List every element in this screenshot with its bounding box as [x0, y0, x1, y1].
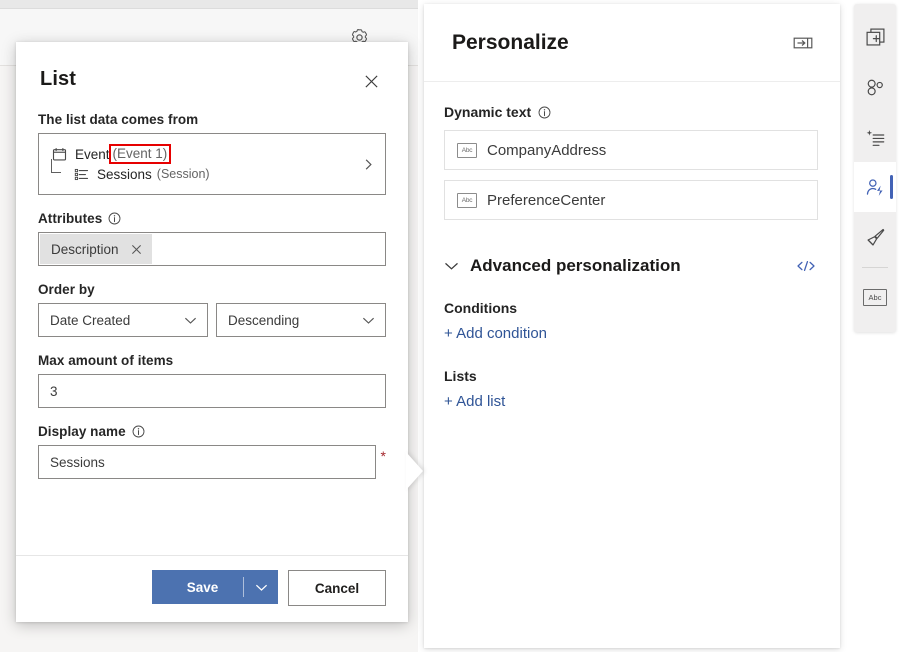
personalize-panel-header: Personalize [424, 4, 840, 82]
brush-styles-icon[interactable] [854, 212, 896, 262]
attributes-label: Attributes [38, 211, 386, 226]
info-icon[interactable] [538, 106, 551, 119]
add-element-icon[interactable] [854, 12, 896, 62]
dynamic-text-label-text: Dynamic text [444, 104, 531, 120]
panel-collapse-icon[interactable] [790, 30, 816, 56]
personalize-panel-body: Dynamic text Abc CompanyAddress Abc Pref… [424, 82, 840, 648]
order-by-direction-value: Descending [228, 313, 299, 328]
order-by-label-text: Order by [38, 282, 95, 297]
order-by-field-select[interactable]: Date Created [38, 303, 208, 337]
dialog-body: The list data comes from Event (Event 1) [16, 100, 408, 555]
chevron-down-icon [362, 316, 375, 325]
dynamic-text-item-label: PreferenceCenter [487, 192, 605, 209]
personalize-title: Personalize [452, 31, 569, 55]
code-icon[interactable] [794, 254, 818, 278]
chevron-down-icon [184, 316, 197, 325]
rail-divider [862, 267, 888, 268]
dialog-callout-beak [406, 452, 423, 490]
chevron-down-icon[interactable] [244, 570, 278, 604]
list-icon [73, 166, 90, 183]
cancel-button[interactable]: Cancel [288, 570, 386, 606]
close-icon[interactable] [358, 68, 384, 94]
max-items-label: Max amount of items [38, 353, 386, 368]
data-source-selector[interactable]: Event (Event 1) Sessions (Session [38, 133, 386, 195]
advanced-personalization-title: Advanced personalization [470, 256, 681, 276]
info-icon[interactable] [108, 212, 121, 225]
conditions-label: Conditions [444, 300, 818, 316]
tree-elbow-connector [51, 159, 61, 173]
required-marker: * [381, 445, 386, 463]
max-items-value: 3 [50, 384, 58, 399]
display-name-label-text: Display name [38, 424, 126, 439]
abc-text-icon: Abc [457, 143, 477, 158]
data-source-child-row: Sessions (Session) [51, 166, 354, 183]
display-name-input[interactable]: Sessions [38, 445, 376, 479]
dialog-footer: Save Cancel [16, 555, 408, 622]
data-source-child-qualifier: (Session) [157, 167, 210, 181]
data-source-parent-row: Event (Event 1) [51, 146, 354, 163]
lists-label: Lists [444, 368, 818, 384]
components-icon[interactable] [854, 62, 896, 112]
display-name-label: Display name [38, 424, 386, 439]
data-source-child-name: Sessions [97, 167, 152, 182]
dynamic-text-item-company-address[interactable]: Abc CompanyAddress [444, 130, 818, 170]
chevron-right-icon[interactable] [354, 157, 375, 172]
advanced-personalization-section: Advanced personalization Conditions + Ad… [444, 254, 818, 436]
order-by-direction-select[interactable]: Descending [216, 303, 386, 337]
advanced-personalization-header: Advanced personalization [444, 254, 818, 278]
attribute-chip-label: Description [51, 242, 119, 257]
display-name-value: Sessions [50, 455, 105, 470]
save-button-label: Save [152, 570, 243, 604]
abc-text-icon: Abc [457, 193, 477, 208]
max-items-input[interactable]: 3 [38, 374, 386, 408]
dynamic-text-item-label: CompanyAddress [487, 142, 606, 159]
order-by-label: Order by [38, 282, 386, 297]
abc-text-glyph: Abc [863, 289, 887, 306]
info-icon[interactable] [132, 425, 145, 438]
attributes-picker[interactable]: Description [38, 232, 386, 266]
page-title: List [40, 66, 76, 92]
advanced-personalization-toggle[interactable]: Advanced personalization [444, 256, 681, 276]
attributes-label-text: Attributes [38, 211, 102, 226]
order-by-row: Date Created Descending [38, 303, 386, 337]
source-label: The list data comes from [38, 112, 386, 127]
event-annotation-highlight: (Event 1) [111, 146, 170, 162]
personalize-panel: Personalize Dynamic text Abc CompanyAddr… [424, 4, 840, 648]
chevron-down-icon [444, 261, 459, 271]
canvas-top-strip [0, 0, 418, 9]
dialog-header: List [16, 42, 408, 100]
list-dialog: List The list data comes from [16, 42, 408, 622]
abc-text-icon[interactable]: Abc [854, 272, 896, 322]
cancel-button-label: Cancel [315, 581, 359, 596]
personalization-icon[interactable] [854, 162, 896, 212]
attribute-chip[interactable]: Description [40, 234, 152, 264]
order-by-field-value: Date Created [50, 313, 130, 328]
data-source-parent-name: Event [75, 147, 110, 162]
display-name-row: Sessions * [38, 445, 386, 495]
dynamic-text-item-preference-center[interactable]: Abc PreferenceCenter [444, 180, 818, 220]
content-blocks-icon[interactable] [854, 112, 896, 162]
dynamic-text-label: Dynamic text [444, 104, 818, 120]
save-button[interactable]: Save [152, 570, 278, 604]
source-label-text: The list data comes from [38, 112, 198, 127]
add-condition-link[interactable]: + Add condition [444, 325, 547, 342]
max-items-label-text: Max amount of items [38, 353, 173, 368]
editor-icon-rail: Abc [854, 4, 896, 332]
close-icon[interactable] [131, 244, 142, 255]
data-source-lines: Event (Event 1) Sessions (Session [51, 146, 354, 183]
add-list-link[interactable]: + Add list [444, 393, 505, 410]
